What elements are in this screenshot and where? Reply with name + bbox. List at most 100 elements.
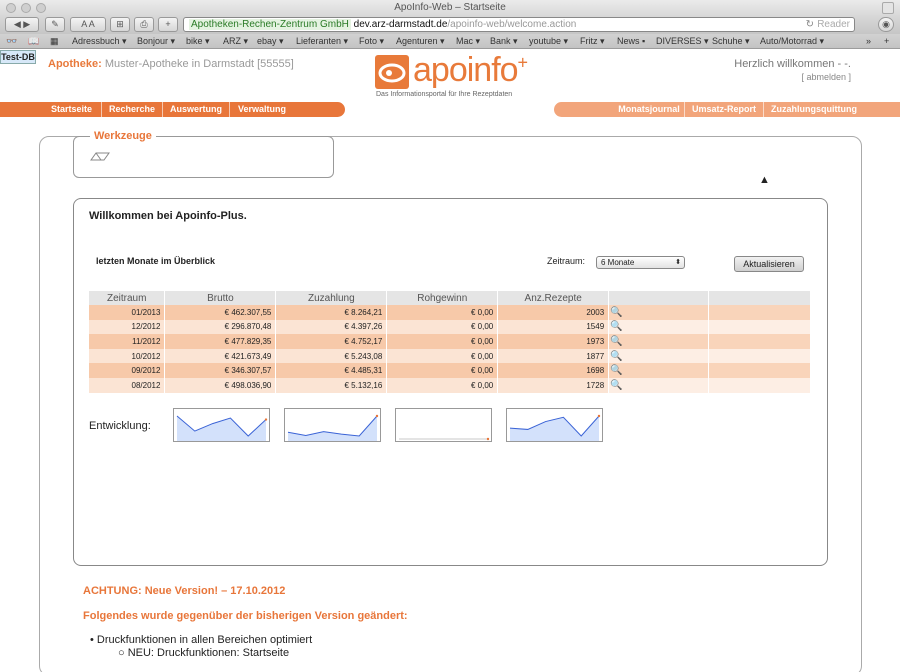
mouse-cursor-icon: ▲	[759, 174, 770, 186]
period-select[interactable]: 6 Monate ⬍	[596, 256, 685, 269]
browser-toolbar: ◀ ▶ ✎ A A ⊞ ⎙ + Apotheken-Rechen-Zentrum…	[0, 16, 900, 34]
eraser-icon[interactable]	[90, 150, 110, 162]
nav-startseite[interactable]: Startseite	[42, 102, 102, 117]
bookmarks-book-icon[interactable]: 📖	[28, 34, 39, 48]
bookmark-fritz[interactable]: Fritz ▾	[580, 34, 605, 48]
nav-umsatz-report[interactable]: Umsatz-Report	[685, 102, 764, 117]
table-row: 12/2012 € 296.870,48 € 4.397,26 € 0,00 1…	[89, 319, 811, 335]
nav-recherche[interactable]: Recherche	[102, 102, 163, 117]
cell-brutto: € 421.673,49	[164, 348, 277, 364]
add-bookmark-icon[interactable]: +	[884, 34, 889, 48]
window-title: ApoInfo-Web – Startseite	[394, 2, 506, 13]
zoom-dot-icon[interactable]	[36, 3, 46, 13]
sparkline-anz-rezepte[interactable]	[506, 408, 603, 442]
sparkline-rohgewinn[interactable]	[395, 408, 492, 442]
bookmark-bonjour[interactable]: Bonjour ▾	[137, 34, 175, 48]
apoinfo-logo[interactable]: apoinfo+ Das Informationsportal für Ihre…	[375, 51, 535, 99]
nav-auswertung[interactable]: Auswertung	[163, 102, 230, 117]
nav-left: Startseite Recherche Auswertung Verwaltu…	[0, 102, 345, 117]
col-zuzahlung[interactable]: Zuzahlung	[275, 291, 388, 305]
window-controls[interactable]	[6, 3, 46, 13]
close-dot-icon[interactable]	[6, 3, 16, 13]
test-db-badge: Test-DB	[0, 50, 36, 64]
nav-monatsjournal[interactable]: Monatsjournal	[614, 102, 685, 117]
nav-zuzahlungsquittung[interactable]: Zuzahlungsquittung	[764, 102, 864, 117]
logout-link[interactable]: [ abmelden ]	[734, 71, 851, 84]
top-sites-icon[interactable]: ▦	[50, 34, 59, 48]
col-zeitraum[interactable]: Zeitraum	[89, 291, 166, 305]
cell-brutto: € 346.307,57	[164, 363, 277, 378]
reading-list-icon[interactable]: 👓	[6, 34, 17, 48]
panel-title: Willkommen bei Apoinfo-Plus.	[89, 210, 247, 222]
address-bar[interactable]: Apotheken-Rechen-Zentrum GmbH dev.arz-da…	[183, 17, 855, 32]
bookmark-ebay[interactable]: ebay ▾	[257, 34, 284, 48]
table-row: 10/2012 € 421.673,49 € 5.243,08 € 0,00 1…	[89, 348, 811, 364]
url-path: /apoinfo-web/welcome.action	[447, 19, 577, 30]
sparkline-area	[288, 416, 377, 441]
magnifier-icon[interactable]: 🔍	[608, 305, 710, 320]
print-icon[interactable]: ⎙	[134, 17, 154, 32]
fullscreen-icon[interactable]	[882, 2, 894, 14]
bookmark-news[interactable]: News ▪	[617, 34, 645, 48]
sparkline-zuzahlung[interactable]	[284, 408, 381, 442]
col-brutto[interactable]: Brutto	[164, 291, 277, 305]
cell-rohgewinn: € 0,00	[386, 348, 499, 364]
bookmark-agenturen[interactable]: Agenturen ▾	[396, 34, 445, 48]
cell-brutto: € 462.307,55	[164, 305, 277, 320]
bookmark-lieferanten[interactable]: Lieferanten ▾	[296, 34, 348, 48]
cell-brutto: € 498.036,90	[164, 377, 277, 393]
col-anz-rezepte[interactable]: Anz.Rezepte	[497, 291, 610, 305]
cell-brutto: € 477.829,35	[164, 334, 277, 349]
bookmark-add-icon[interactable]: ⊞	[110, 17, 130, 32]
bookmark-bike[interactable]: bike ▾	[186, 34, 210, 48]
sparkline-zuzahlung-svg	[287, 414, 379, 441]
bookmark-arz[interactable]: ARZ ▾	[223, 34, 248, 48]
magnifier-icon[interactable]: 🔍	[608, 363, 710, 378]
pharmacy-label: Apotheke:	[48, 58, 102, 70]
magnifier-icon[interactable]: 🔍	[608, 334, 710, 349]
bookmark-diverses[interactable]: DIVERSES ▾	[656, 34, 709, 48]
sparkline-brutto[interactable]	[173, 408, 270, 442]
logo-tagline: Das Informationsportal für Ihre Rezeptda…	[376, 91, 513, 98]
back-forward-icon[interactable]: ◀ ▶	[5, 17, 39, 32]
edit-icon[interactable]: ✎	[45, 17, 65, 32]
refresh-button[interactable]: Aktualisieren	[734, 256, 804, 272]
bookmark-foto[interactable]: Foto ▾	[359, 34, 384, 48]
development-label: Entwicklung:	[89, 420, 151, 432]
reader-button[interactable]: Reader	[817, 18, 850, 31]
change-list-item: • Druckfunktionen in allen Bereichen opt…	[90, 634, 313, 646]
nav-right: Monatsjournal Umsatz-Report Zuzahlungsqu…	[554, 102, 900, 117]
cell-zuzahlung: € 8.264,21	[275, 305, 388, 320]
cell-empty	[708, 305, 811, 320]
col-rohgewinn[interactable]: Rohgewinn	[386, 291, 499, 305]
bookmarks-overflow[interactable]: »	[866, 34, 871, 48]
overview-table: Zeitraum Brutto Zuzahlung Rohgewinn Anz.…	[89, 291, 811, 393]
minimize-dot-icon[interactable]	[21, 3, 31, 13]
text-size-icon[interactable]: A A	[70, 17, 106, 32]
secure-site-label: Apotheken-Rechen-Zentrum GmbH	[189, 19, 351, 30]
sparkline-anz-rezepte-svg	[509, 414, 601, 441]
magnifier-icon[interactable]: 🔍	[608, 319, 710, 335]
nav-verwaltung[interactable]: Verwaltung	[230, 102, 294, 117]
cell-rohgewinn: € 0,00	[386, 363, 499, 378]
cell-zuzahlung: € 4.752,17	[275, 334, 388, 349]
downloads-icon[interactable]: ◉	[878, 17, 894, 32]
magnifier-icon[interactable]: 🔍	[608, 377, 710, 393]
main-nav: Startseite Recherche Auswertung Verwaltu…	[0, 102, 900, 117]
bookmark-adressbuch[interactable]: Adressbuch ▾	[72, 34, 127, 48]
sparkline-area	[177, 416, 266, 441]
bookmark-bank[interactable]: Bank ▾	[490, 34, 518, 48]
cell-zeitraum: 10/2012	[89, 348, 166, 364]
cell-empty	[708, 363, 811, 378]
bookmark-auto-motorrad[interactable]: Auto/Motorrad ▾	[760, 34, 824, 48]
reload-icon[interactable]: ↻	[806, 18, 814, 31]
new-tab-icon[interactable]: +	[158, 17, 178, 32]
cell-zeitraum: 11/2012	[89, 334, 166, 349]
bookmark-mac[interactable]: Mac ▾	[456, 34, 480, 48]
change-sublist-item: ○ NEU: Druckfunktionen: Startseite	[118, 647, 290, 659]
bookmark-schuhe[interactable]: Schuhe ▾	[712, 34, 750, 48]
bookmark-youtube[interactable]: youtube ▾	[529, 34, 568, 48]
cell-anz-rezepte: 2003	[497, 305, 610, 320]
cell-empty	[708, 377, 811, 393]
magnifier-icon[interactable]: 🔍	[608, 348, 710, 364]
